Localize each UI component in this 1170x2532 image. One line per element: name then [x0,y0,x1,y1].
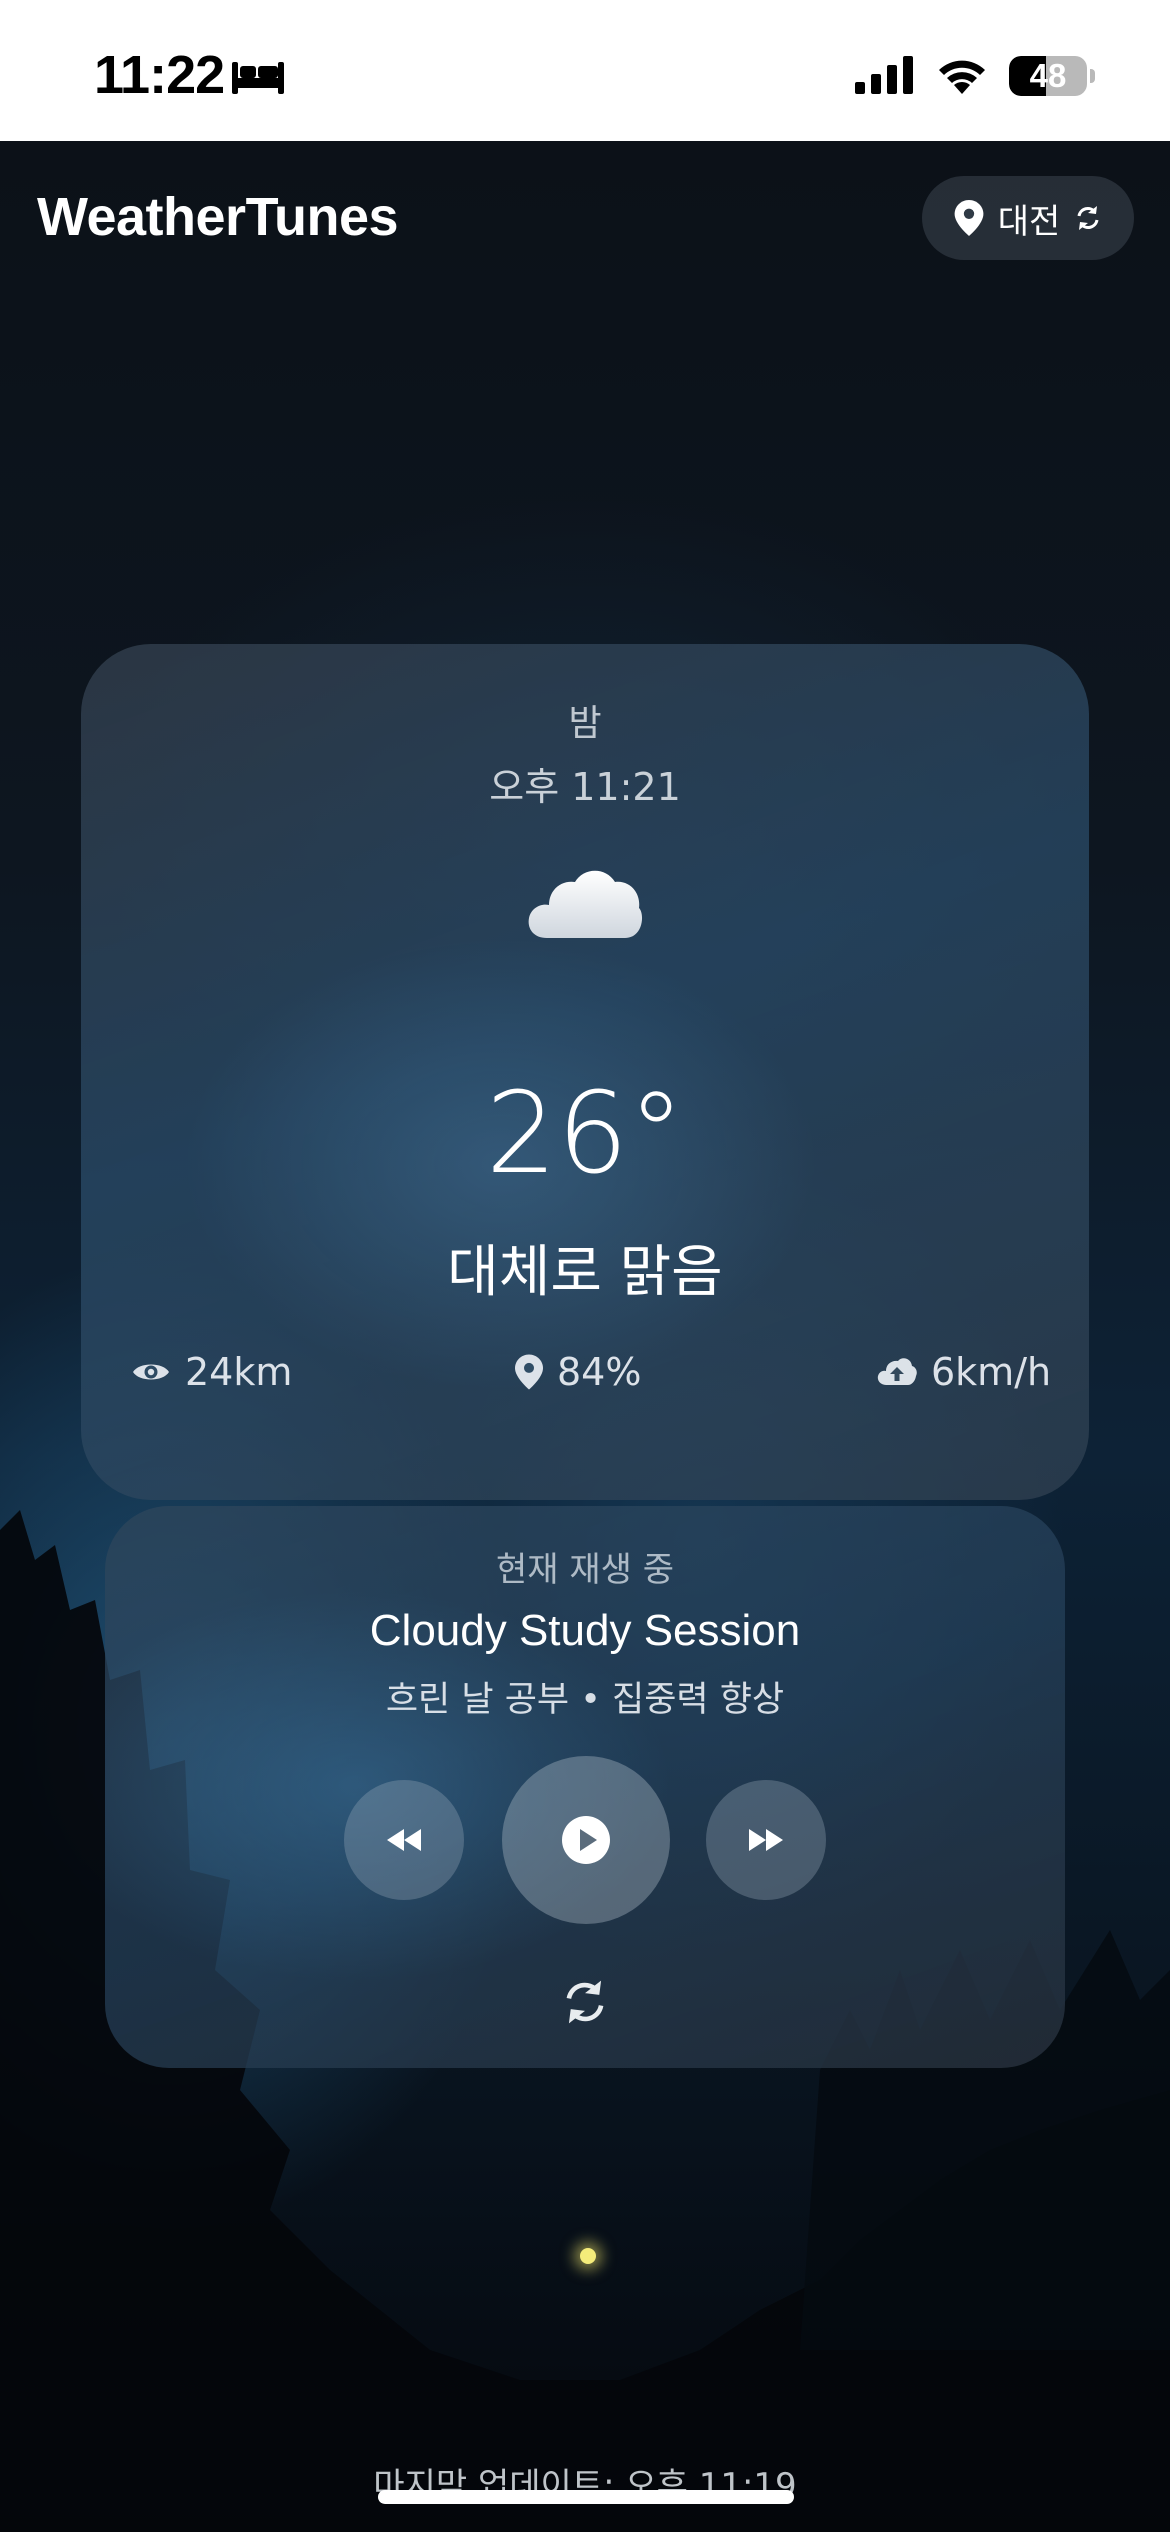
cellular-signal-icon [855,56,913,94]
location-pin-icon [954,200,984,236]
now-playing-label: 현재 재생 중 [495,1550,674,1590]
play-circle-icon [562,1816,610,1864]
wind-stat: 6km/h [877,1350,1051,1394]
visibility-stat: 24km [131,1350,292,1394]
wifi-icon [939,60,985,94]
location-pin-icon [515,1354,543,1390]
eye-icon [133,1364,169,1380]
fast-forward-button[interactable] [706,1780,826,1900]
rewind-icon [387,1829,421,1851]
humidity-value: 84% [557,1350,642,1394]
humidity-stat: 84% [515,1350,641,1394]
cloud-upload-icon [877,1358,917,1385]
location-label: 대전 [997,201,1061,242]
track-subtitle: 흐린 날 공부 • 집중력 향상 [385,1680,785,1720]
rewind-button[interactable] [344,1780,464,1900]
music-player-card: 현재 재생 중 Cloudy Study Session 흐린 날 공부 • 집… [105,1506,1065,2068]
track-title: Cloudy Study Session [369,1606,801,1655]
status-bar: 11:22 48 [0,0,1170,141]
visibility-value: 24km [185,1350,293,1394]
fast-forward-icon [749,1829,783,1851]
cloud-icon [528,870,643,938]
refresh-icon [566,1980,604,2024]
location-button[interactable]: 대전 [922,176,1134,260]
home-indicator[interactable] [378,2490,794,2504]
refresh-icon [1077,206,1099,230]
wind-value: 6km/h [931,1350,1052,1394]
bed-icon [232,62,284,94]
weather-card: 밤 오후 11:21 26° 대체로 맑음 24km 84% 6km/h [81,644,1089,1500]
firefly-light [580,2248,596,2264]
app-screen: 11:22 48 WeatherTunes 대전 밤 오후 11:21 26° … [0,0,1170,2532]
play-button[interactable] [502,1756,670,1924]
status-time: 11:22 [94,45,225,105]
battery-indicator: 48 [1009,56,1087,96]
battery-nub [1090,69,1095,83]
shuffle-track-button[interactable] [545,1962,625,2042]
temperature: 26° [485,1069,685,1199]
observation-time: 오후 11:21 [489,765,681,809]
app-title: WeatherTunes [37,187,399,247]
weather-description: 대체로 맑음 [447,1240,723,1305]
day-period: 밤 [568,703,602,744]
battery-level: 48 [1029,57,1067,94]
